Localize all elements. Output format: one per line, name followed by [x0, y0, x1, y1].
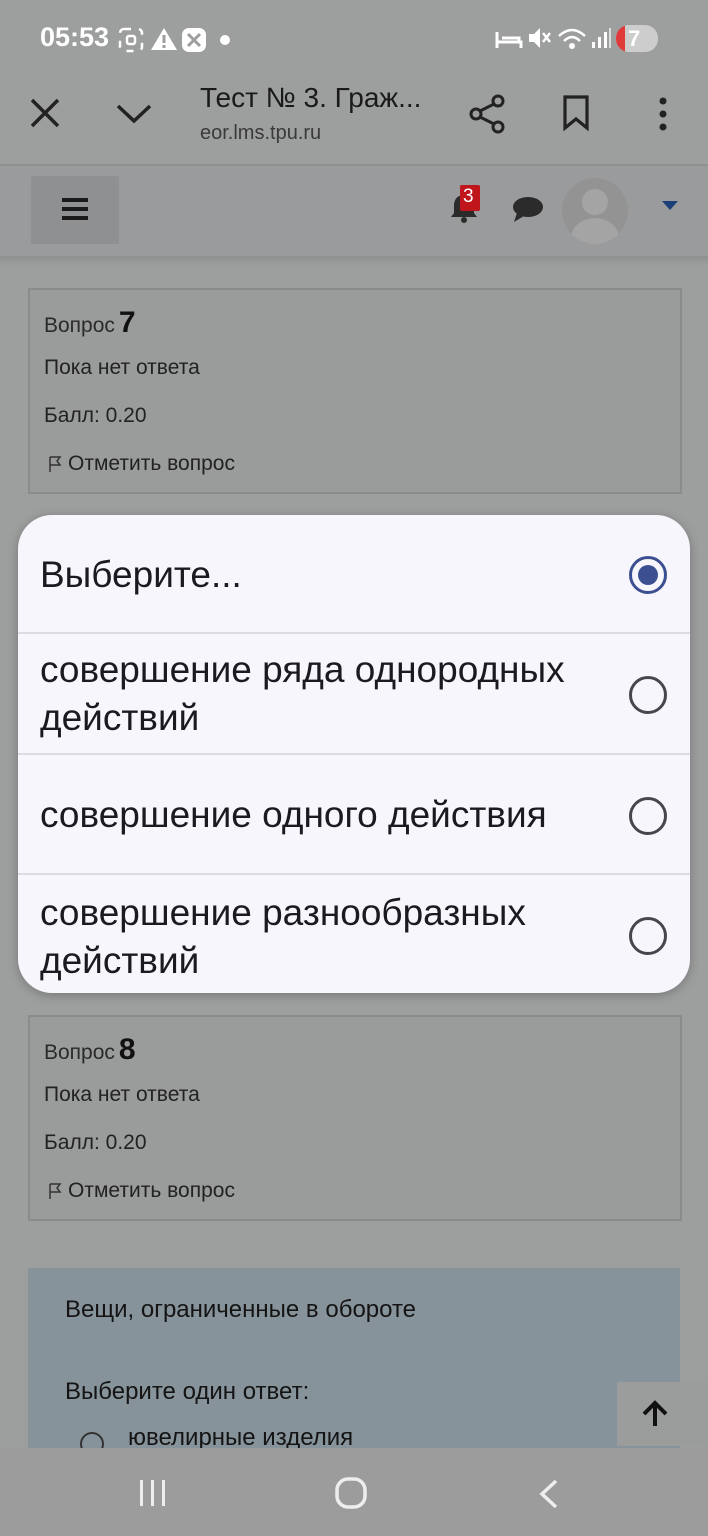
- status-bar: 05:53 7: [0, 0, 708, 80]
- warning-icon: [151, 28, 177, 50]
- back-icon[interactable]: [536, 1478, 562, 1510]
- question-number: 7: [118, 306, 136, 339]
- option-choose[interactable]: Выберите...: [18, 515, 690, 635]
- chevron-down-icon[interactable]: [114, 100, 154, 126]
- option-homogeneous-actions[interactable]: совершение ряда однородных действий: [18, 634, 690, 754]
- question-state: Пока нет ответа: [44, 1083, 200, 1106]
- question-label: Вопрос 7: [44, 306, 136, 340]
- select-options-dialog: Выберите... совершение ряда однородных д…: [18, 515, 690, 993]
- radio-selected-icon: [629, 556, 667, 594]
- bookmark-icon[interactable]: [561, 94, 591, 132]
- question-label: Вопрос 8: [44, 1033, 136, 1067]
- radio-unselected-icon: [629, 797, 667, 835]
- option-diverse-actions[interactable]: совершение разнообразных действий: [18, 875, 690, 993]
- option-label: Выберите...: [40, 554, 242, 595]
- navbar-shadow: [0, 256, 708, 266]
- page-url: eor.lms.tpu.ru: [200, 122, 322, 144]
- screenshot-icon: [118, 27, 144, 53]
- radio-unselected-icon: [629, 676, 667, 714]
- user-menu-caret-icon[interactable]: [662, 201, 678, 211]
- option-label: совершение разнообразных действий: [40, 892, 526, 981]
- flag-icon: [49, 1183, 62, 1200]
- wifi-icon: [558, 28, 586, 49]
- question-mark: Балл: 0.20: [44, 1131, 147, 1154]
- arrow-up-icon: [642, 1400, 668, 1426]
- app-notification-icon: [182, 28, 206, 52]
- flag-question-link[interactable]: Отметить вопрос: [48, 452, 235, 476]
- share-icon[interactable]: [468, 94, 506, 134]
- question-label-text: Вопрос: [44, 314, 115, 337]
- close-icon[interactable]: [28, 96, 62, 130]
- answer-prompt: Выберите один ответ:: [65, 1378, 310, 1405]
- status-time: 05:53: [40, 22, 110, 52]
- chat-icon[interactable]: [511, 194, 545, 224]
- question-text-panel: Вещи, ограниченные в обороте Выберите од…: [28, 1268, 680, 1456]
- menu-button[interactable]: [31, 176, 119, 244]
- dot-icon: [220, 35, 230, 45]
- recent-apps-icon[interactable]: [138, 1478, 168, 1508]
- question-info-card-7: Вопрос 7 Пока нет ответа Балл: 0.20 Отмет…: [28, 288, 682, 494]
- option-label: совершение ряда однородных действий: [40, 649, 565, 738]
- question-number: 8: [118, 1033, 136, 1066]
- hamburger-icon: [62, 198, 88, 220]
- option-single-action[interactable]: совершение одного действия: [18, 755, 690, 875]
- question-info-card-8: Вопрос 8 Пока нет ответа Балл: 0.20 Отмет…: [28, 1015, 682, 1221]
- question-mark: Балл: 0.20: [44, 404, 147, 427]
- notification-count: 3: [463, 186, 474, 207]
- option-label: совершение одного действия: [40, 794, 547, 835]
- flag-label: Отметить вопрос: [68, 1179, 235, 1202]
- flag-question-link[interactable]: Отметить вопрос: [48, 1179, 235, 1203]
- page-title: Тест № 3. Граж...: [200, 82, 422, 113]
- sleep-mode-icon: [495, 32, 523, 48]
- battery-icon: 7: [616, 25, 658, 52]
- mute-icon: [529, 28, 551, 48]
- question-text: Вещи, ограниченные в обороте: [65, 1296, 417, 1323]
- signal-icon: [592, 28, 611, 48]
- question-label-text: Вопрос: [44, 1041, 115, 1064]
- system-navigation-bar: [0, 1448, 708, 1536]
- question-state: Пока нет ответа: [44, 356, 200, 379]
- home-icon[interactable]: [334, 1476, 368, 1510]
- notification-badge: 3: [460, 185, 480, 211]
- more-options-icon[interactable]: [656, 96, 670, 132]
- avatar[interactable]: [562, 178, 628, 244]
- radio-unselected-icon: [629, 917, 667, 955]
- flag-label: Отметить вопрос: [68, 452, 235, 475]
- battery-level: 7: [628, 26, 641, 51]
- back-to-top-button[interactable]: [617, 1382, 708, 1446]
- flag-icon: [49, 456, 62, 473]
